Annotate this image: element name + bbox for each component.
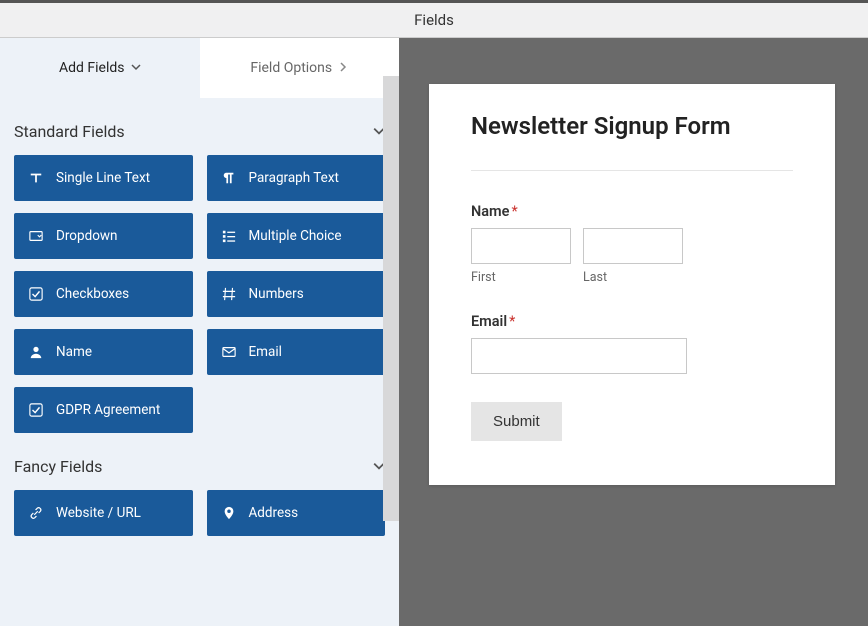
required-mark: * <box>509 313 515 330</box>
section-standard-fields[interactable]: Standard Fields <box>0 98 399 155</box>
tab-field-options-label: Field Options <box>250 60 332 76</box>
scrollbar[interactable] <box>383 76 399 521</box>
field-address[interactable]: Address <box>207 490 386 536</box>
text-icon <box>28 171 44 185</box>
field-label: Dropdown <box>56 228 118 244</box>
field-gdpr-agreement[interactable]: GDPR Agreement <box>14 387 193 433</box>
field-label: Name <box>56 344 92 360</box>
field-label: Email <box>249 344 282 360</box>
section-fancy-fields[interactable]: Fancy Fields <box>0 433 399 490</box>
field-label: Checkboxes <box>56 286 129 302</box>
window-title: Fields <box>414 11 454 29</box>
panel-tabs: Add Fields Field Options <box>0 38 399 98</box>
first-name-input[interactable] <box>471 228 571 264</box>
window-title-bar: Fields <box>0 0 868 38</box>
field-label: Website / URL <box>56 505 141 521</box>
email-input[interactable] <box>471 338 687 374</box>
email-label: Email* <box>471 313 793 330</box>
required-mark: * <box>511 203 517 220</box>
dropdown-icon <box>28 229 44 243</box>
tab-field-options[interactable]: Field Options <box>200 38 400 98</box>
tab-add-fields[interactable]: Add Fields <box>0 38 200 98</box>
fields-scroll-area[interactable]: Standard Fields Single Line Text Paragra… <box>0 98 399 626</box>
name-row: First Last <box>471 228 793 285</box>
field-email[interactable]: Email <box>207 329 386 375</box>
field-multiple-choice[interactable]: Multiple Choice <box>207 213 386 259</box>
field-label: Multiple Choice <box>249 228 342 244</box>
chevron-down-icon <box>131 61 141 75</box>
envelope-icon <box>221 345 237 359</box>
form-title-wrap: Newsletter Signup Form <box>471 112 793 171</box>
user-icon <box>28 345 44 359</box>
last-name-col: Last <box>583 228 683 285</box>
first-sublabel: First <box>471 270 571 285</box>
pin-icon <box>221 506 237 520</box>
link-icon <box>28 506 44 520</box>
check-icon <box>28 403 44 417</box>
form-preview: Newsletter Signup Form Name* First Last <box>429 84 835 485</box>
main-area: Add Fields Field Options Standard Fields <box>0 38 868 626</box>
field-label: Address <box>249 505 299 521</box>
chevron-right-icon <box>338 61 348 75</box>
field-numbers[interactable]: Numbers <box>207 271 386 317</box>
field-dropdown[interactable]: Dropdown <box>14 213 193 259</box>
field-paragraph-text[interactable]: Paragraph Text <box>207 155 386 201</box>
fancy-fields-grid: Website / URL Address <box>0 490 399 536</box>
list-icon <box>221 229 237 243</box>
section-standard-title: Standard Fields <box>14 122 125 141</box>
form-preview-area: Newsletter Signup Form Name* First Last <box>399 38 868 626</box>
form-field-email[interactable]: Email* <box>471 313 793 374</box>
field-label: Single Line Text <box>56 170 150 186</box>
form-field-name[interactable]: Name* First Last <box>471 203 793 285</box>
last-sublabel: Last <box>583 270 683 285</box>
field-label: Paragraph Text <box>249 170 339 186</box>
submit-button[interactable]: Submit <box>471 402 562 441</box>
field-website-url[interactable]: Website / URL <box>14 490 193 536</box>
field-label: Numbers <box>249 286 304 302</box>
check-icon <box>28 287 44 301</box>
field-name[interactable]: Name <box>14 329 193 375</box>
first-name-col: First <box>471 228 571 285</box>
field-checkboxes[interactable]: Checkboxes <box>14 271 193 317</box>
fields-panel: Add Fields Field Options Standard Fields <box>0 38 399 626</box>
form-title: Newsletter Signup Form <box>471 112 793 140</box>
tab-add-fields-label: Add Fields <box>59 60 125 76</box>
standard-fields-grid: Single Line Text Paragraph Text Dropdown… <box>0 155 399 433</box>
section-fancy-title: Fancy Fields <box>14 457 102 476</box>
paragraph-icon <box>221 171 237 185</box>
field-label: GDPR Agreement <box>56 402 160 418</box>
hash-icon <box>221 287 237 301</box>
name-label: Name* <box>471 203 793 220</box>
last-name-input[interactable] <box>583 228 683 264</box>
field-single-line-text[interactable]: Single Line Text <box>14 155 193 201</box>
